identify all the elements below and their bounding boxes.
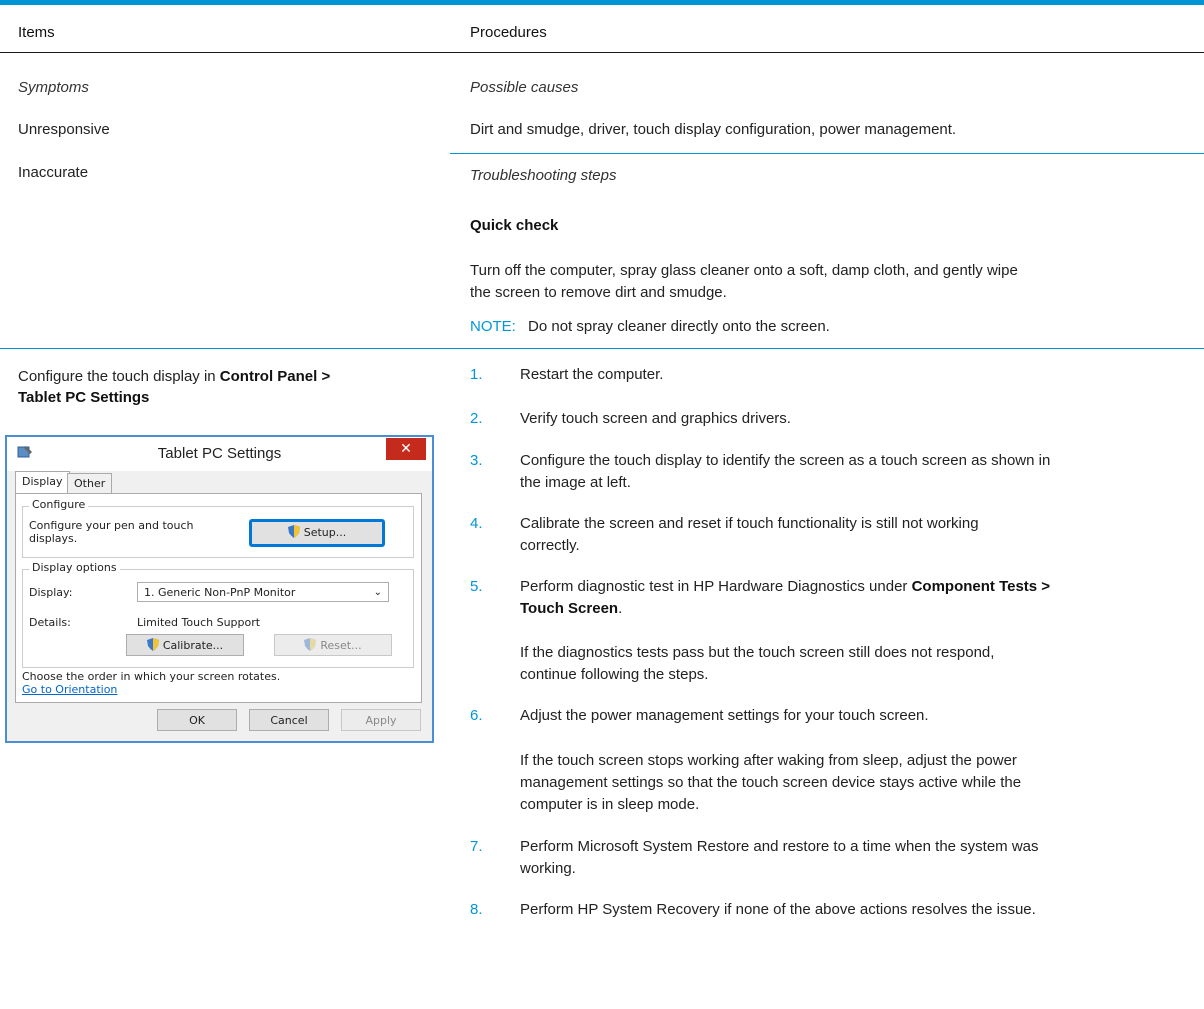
details-value: Limited Touch Support xyxy=(137,616,261,629)
configure-group-label: Configure xyxy=(29,498,89,511)
step-number: 5. xyxy=(470,578,483,595)
step-6-text: Adjust the power management settings for… xyxy=(520,707,929,724)
step-4-text: Calibrate the screen and reset if touch … xyxy=(520,513,1184,557)
configure-description-line-1: Configure your pen and touch xyxy=(29,519,194,532)
step-5-followup-line-1: If the diagnostics tests pass but the to… xyxy=(520,644,995,661)
step-5-path-2: Touch Screen xyxy=(520,600,619,617)
calibrate-button[interactable]: Calibrate... xyxy=(126,634,244,656)
display-tab-panel: Configure Configure your pen and touch d… xyxy=(15,493,422,703)
procedures-column-header: Procedures xyxy=(470,24,547,41)
quick-check-text: Turn off the computer, spray glass clean… xyxy=(470,260,1018,304)
step-number: 3. xyxy=(470,452,483,469)
setup-button-label: Setup... xyxy=(303,526,347,539)
step-6-followup-line-1: If the touch screen stops working after … xyxy=(520,752,1017,769)
step-number: 2. xyxy=(470,410,483,427)
chevron-down-icon: ⌄ xyxy=(373,587,382,598)
dialog-titlebar: Tablet PC Settings ✕ xyxy=(7,437,432,471)
step-6-followup-line-3: computer is in sleep mode. xyxy=(520,796,700,813)
step-2-text: Verify touch screen and graphics drivers… xyxy=(520,410,791,427)
close-icon[interactable]: ✕ xyxy=(386,438,426,460)
tablet-pc-settings-dialog: Tablet PC Settings ✕ Display Other Confi… xyxy=(5,435,434,743)
top-accent-bar xyxy=(0,0,1204,5)
go-to-orientation-link[interactable]: Go to Orientation xyxy=(22,683,117,696)
items-column-header: Items xyxy=(18,24,55,41)
orientation-text: Choose the order in which your screen ro… xyxy=(22,670,281,683)
step-8-text: Perform HP System Recovery if none of th… xyxy=(520,901,1036,918)
reset-button-label: Reset... xyxy=(320,639,362,652)
apply-button[interactable]: Apply xyxy=(341,709,421,731)
step-6-followup: If the touch screen stops working after … xyxy=(520,750,1184,816)
step-7-text: Perform Microsoft System Restore and res… xyxy=(520,836,1184,880)
display-select[interactable]: 1. Generic Non-PnP Monitor ⌄ xyxy=(137,582,389,602)
details-label: Details: xyxy=(29,616,71,629)
configure-description-line-2: displays. xyxy=(29,532,78,545)
step-5-followup: If the diagnostics tests pass but the to… xyxy=(520,642,1184,686)
uac-shield-icon xyxy=(146,638,159,651)
header-rule xyxy=(0,52,1204,53)
step-5-path-1: Component Tests > xyxy=(911,578,1051,595)
step-number: 6. xyxy=(470,707,483,724)
causes-text: Dirt and smudge, driver, touch display c… xyxy=(470,121,957,138)
quick-check-line-1: Turn off the computer, spray glass clean… xyxy=(470,262,1018,279)
uac-shield-icon xyxy=(287,525,300,538)
section-rule xyxy=(0,348,1204,349)
configure-path-1: Control Panel > xyxy=(219,368,331,385)
step-3-line-2: the image at left. xyxy=(520,474,631,491)
step-number: 7. xyxy=(470,838,483,855)
uac-shield-icon xyxy=(304,638,317,651)
possible-causes-label: Possible causes xyxy=(470,79,579,96)
tab-display[interactable]: Display xyxy=(15,471,70,495)
step-4-line-2: correctly. xyxy=(520,537,580,554)
calibrate-button-label: Calibrate... xyxy=(162,639,224,652)
step-5-prefix: Perform diagnostic test in HP Hardware D… xyxy=(520,578,912,595)
step-3-line-1: Configure the touch display to identify … xyxy=(520,452,1051,469)
step-number: 4. xyxy=(470,515,483,532)
display-options-label: Display options xyxy=(29,561,120,574)
note: NOTE: Do not spray cleaner directly onto… xyxy=(470,317,830,336)
quick-check-title: Quick check xyxy=(470,217,559,234)
step-5-suffix: . xyxy=(618,600,623,617)
step-3-text: Configure the touch display to identify … xyxy=(520,450,1184,494)
configure-prefix: Configure the touch display in xyxy=(18,368,220,385)
step-5-text: Perform diagnostic test in HP Hardware D… xyxy=(520,576,1184,620)
step-number: 1. xyxy=(470,366,483,383)
note-text: Do not spray cleaner directly onto the s… xyxy=(528,318,830,335)
dialog-title: Tablet PC Settings xyxy=(157,445,282,462)
display-select-value: 1. Generic Non-PnP Monitor xyxy=(144,586,296,599)
step-4-line-1: Calibrate the screen and reset if touch … xyxy=(520,515,979,532)
setup-button[interactable]: Setup... xyxy=(249,519,385,547)
reset-button[interactable]: Reset... xyxy=(274,634,392,656)
configure-path-2: Tablet PC Settings xyxy=(18,389,150,406)
ok-button[interactable]: OK xyxy=(157,709,237,731)
symptom-unresponsive: Unresponsive xyxy=(18,121,110,138)
causes-rule xyxy=(450,153,1204,154)
symptoms-label: Symptoms xyxy=(18,79,89,96)
step-7-line-1: Perform Microsoft System Restore and res… xyxy=(520,838,1039,855)
symptom-inaccurate: Inaccurate xyxy=(18,164,89,181)
note-label: NOTE: xyxy=(470,318,516,335)
tab-other[interactable]: Other xyxy=(67,473,113,494)
step-number: 8. xyxy=(470,901,483,918)
cancel-button[interactable]: Cancel xyxy=(249,709,329,731)
step-1-text: Restart the computer. xyxy=(520,366,664,383)
configure-group: Configure Configure your pen and touch d… xyxy=(22,498,414,558)
quick-check-line-2: the screen to remove dirt and smudge. xyxy=(470,284,727,301)
troubleshooting-label: Troubleshooting steps xyxy=(470,167,617,184)
step-6-followup-line-2: management settings so that the touch sc… xyxy=(520,774,1022,791)
configure-description: Configure your pen and touch displays. xyxy=(29,519,193,545)
display-label: Display: xyxy=(29,586,73,599)
step-7-line-2: working. xyxy=(520,860,576,877)
configure-instruction: Configure the touch display in Control P… xyxy=(18,366,438,408)
step-5-followup-line-2: continue following the steps. xyxy=(520,666,709,683)
